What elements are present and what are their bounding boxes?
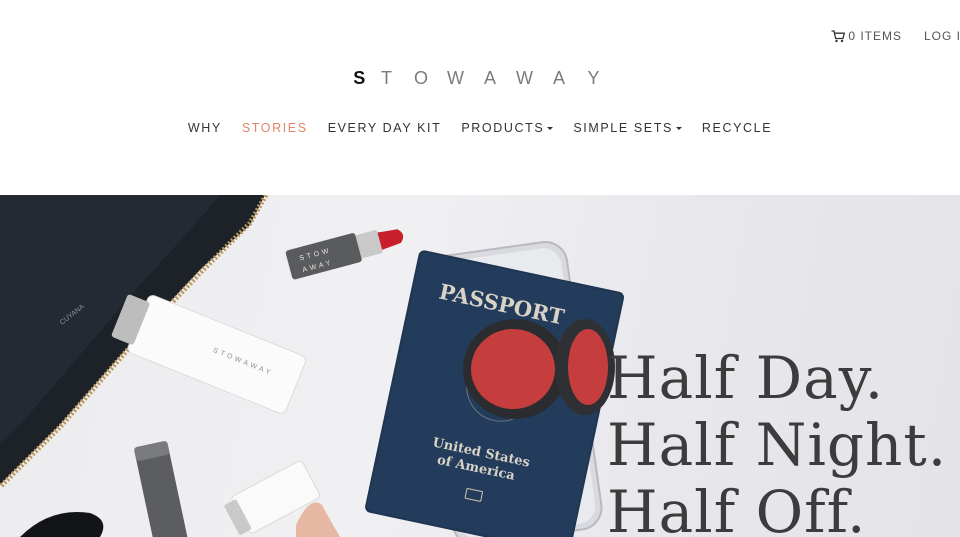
nav-item-label: STORIES — [241, 121, 308, 135]
login-link[interactable]: LOG IN — [924, 29, 960, 43]
nav-item-recycle[interactable]: RECYCLE — [702, 121, 772, 135]
nav-item-simple-sets[interactable]: SIMPLE SETS — [573, 121, 682, 135]
nav-item-products[interactable]: PRODUCTS — [461, 121, 554, 135]
caret-down-icon — [675, 127, 682, 130]
cart-icon — [831, 29, 846, 42]
nav-item-label: EVERY DAY KIT — [327, 121, 442, 135]
blush-compact — [463, 319, 615, 419]
nav-item-label: WHY — [187, 121, 222, 135]
logo-letter: W — [447, 68, 464, 88]
nav-item-label: SIMPLE SETS — [573, 121, 673, 135]
logo-letter: A — [483, 68, 496, 88]
site-logo[interactable]: STOWAWAY — [0, 68, 960, 89]
nav-item-label: RECYCLE — [701, 121, 773, 135]
hero-headline: Half Day. Half Night. Half Off. — [607, 345, 947, 537]
caret-down-icon — [547, 127, 554, 130]
hero-banner[interactable]: CUYANA STOW AWAY STOWAWAY PASSPORT Unite… — [0, 195, 960, 537]
logo-letter: W — [516, 68, 533, 88]
nav-item-stories[interactable]: STORIES — [242, 121, 308, 135]
headline-line-3: Half Off. — [607, 478, 867, 537]
logo-letter: Y — [587, 68, 600, 88]
logo-letter: T — [381, 68, 392, 88]
main-navigation: WHY STORIES EVERY DAY KIT PRODUCTS SIMPLE SE… — [0, 121, 960, 135]
lipstick: STOW AWAY — [285, 229, 404, 280]
logo-letter: S — [353, 68, 366, 88]
nav-item-why[interactable]: WHY — [188, 121, 222, 135]
logo-letter: A — [552, 68, 565, 88]
cart-link[interactable]: 0 ITEMS — [831, 29, 902, 43]
nav-item-every-day-kit[interactable]: EVERY DAY KIT — [328, 121, 442, 135]
cart-count-label: 0 ITEMS — [848, 29, 902, 43]
logo-letter: O — [413, 68, 428, 88]
logo-wordmark[interactable]: STOWAWAY — [349, 68, 611, 89]
nav-item-label: PRODUCTS — [461, 121, 545, 135]
headline-line-2: Half Night. — [607, 411, 948, 479]
white-cream-tube: STOWAWAY — [111, 294, 306, 414]
utility-bar: 0 ITEMS LOG IN — [831, 28, 960, 44]
grey-slim-tube — [134, 441, 190, 537]
headline-line-1: Half Day. — [607, 344, 885, 412]
